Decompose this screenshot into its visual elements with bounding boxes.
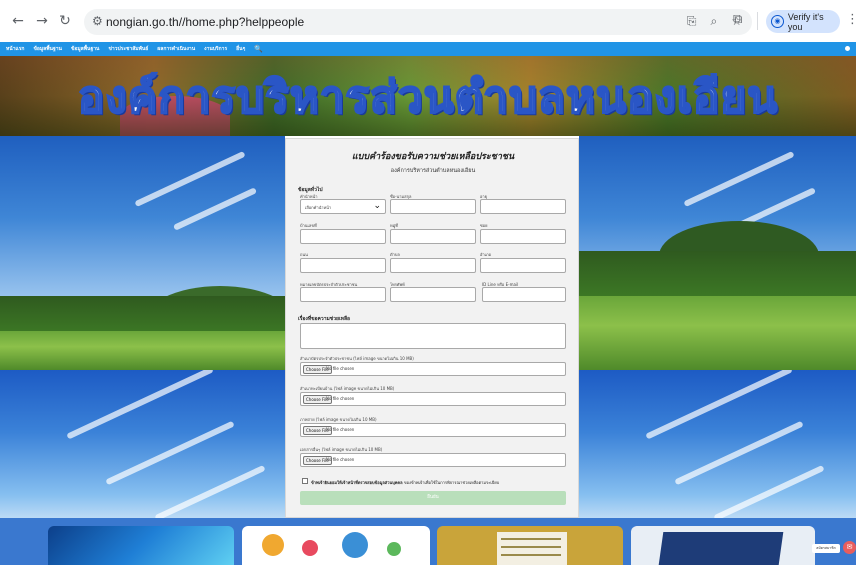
- card-decoration: [387, 542, 401, 556]
- scenery-right-bottom: [579, 370, 856, 526]
- upload-house-reg-label: สำเนาทะเบียนบ้าน (ไฟล์ image ขนาดไม่เกิน…: [300, 386, 395, 391]
- request-details-textarea[interactable]: [300, 323, 566, 349]
- nav-item-home[interactable]: หน้าแรก: [6, 45, 24, 53]
- verify-button[interactable]: ◉ Verify it's you: [766, 10, 840, 33]
- upload-other-status: No file chosen: [326, 457, 355, 462]
- upload-photo-field: Choose File No file chosen: [300, 423, 566, 437]
- house-no-input[interactable]: [300, 229, 386, 244]
- promo-card-news[interactable]: [631, 526, 815, 565]
- nav-item-info-2[interactable]: ข้อมูลพื้นฐาน: [71, 45, 99, 53]
- phone-input[interactable]: [390, 287, 476, 302]
- consent-text: ข้าพเจ้ายินยอมให้เจ้าหน้าที่ตรวจสอบข้อมู…: [311, 479, 566, 486]
- nav-search-icon[interactable]: 🔍: [254, 45, 263, 53]
- upload-house-reg-status: No file chosen: [326, 396, 355, 401]
- nav-item-news[interactable]: ข่าวประชาสัมพันธ์: [108, 45, 148, 53]
- browser-toolbar: ← → ↻ ⚙ nongian.go.th//home.php?helppeop…: [0, 0, 856, 42]
- upload-photo-status: No file chosen: [326, 427, 355, 432]
- upload-id-card-label: สำเนาบัตรประจำตัวประชาชน (ไฟล์ image ขนา…: [300, 356, 414, 361]
- subdistrict-label: ตำบล: [390, 252, 400, 257]
- form-title: แบบคำร้องขอรับความช่วยเหลือประชาชน: [351, 152, 515, 162]
- consent-checkbox[interactable]: [302, 478, 308, 484]
- id-card-input[interactable]: [300, 287, 386, 302]
- verify-label: Verify it's you: [787, 11, 824, 32]
- fullname-input[interactable]: [390, 199, 476, 214]
- house-no-label: บ้านเลขที่: [300, 223, 317, 228]
- translate-icon[interactable]: ⎘: [687, 14, 697, 29]
- address-bar[interactable]: ⚙ nongian.go.th//home.php?helppeople ⎘ ⌕…: [84, 9, 752, 35]
- upload-other-label: เอกสารอื่นๆ (ไฟล์ image ขนาดไม่เกิน 10 M…: [300, 447, 383, 452]
- back-arrow-icon[interactable]: ←: [10, 13, 26, 29]
- chat-icon[interactable]: ✉: [843, 541, 856, 554]
- nav-item-other[interactable]: อื่นๆ: [236, 45, 245, 53]
- section-request-details: เรื่องที่ขอความช่วยเหลือ: [298, 316, 351, 322]
- district-input[interactable]: [480, 258, 566, 273]
- district-label: อำเภอ: [480, 252, 492, 257]
- card-decoration: [262, 534, 284, 556]
- menu-kebab-icon[interactable]: ⋮: [846, 12, 856, 27]
- extensions-icon[interactable]: ⧉: [733, 12, 742, 27]
- card-decoration: [342, 532, 368, 558]
- card-decoration: [501, 538, 561, 540]
- road-label: ถนน: [300, 252, 308, 257]
- moo-input[interactable]: [390, 229, 476, 244]
- card-decoration: [658, 532, 784, 565]
- forward-arrow-icon[interactable]: →: [34, 13, 50, 29]
- moo-label: หมู่ที่: [390, 223, 398, 228]
- site-settings-icon[interactable]: ⚙: [92, 14, 103, 28]
- chevron-down-icon: ⌄: [373, 201, 381, 211]
- toolbar-divider: [757, 12, 758, 30]
- card-decoration: [501, 554, 561, 556]
- upload-id-card-status: No file chosen: [326, 366, 355, 371]
- form-subtitle: องค์การบริหารส่วนตำบลหนองเอียน: [390, 168, 476, 174]
- reload-icon[interactable]: ↻: [57, 13, 73, 29]
- subdistrict-input[interactable]: [390, 258, 476, 273]
- site-nav: หน้าแรก ข้อมูลพื้นฐาน ข้อมูลพื้นฐาน ข่าว…: [0, 42, 856, 56]
- prefix-select[interactable]: เลือกคำนำหน้า ⌄: [300, 199, 386, 214]
- register-chip[interactable]: สมัครสมาชิก: [812, 544, 840, 553]
- consent-text-rest: ของข้าพเจ้าเพื่อใช้ในการพิจารณาช่วยเหลือ…: [403, 480, 500, 485]
- card-decoration: [501, 546, 561, 548]
- help-request-form: แบบคำร้องขอรับความช่วยเหลือประชาชน องค์ก…: [285, 138, 579, 518]
- scenery-left-top: [0, 136, 285, 370]
- card-decoration: [302, 540, 318, 556]
- upload-other-field: Choose File No file chosen: [300, 453, 566, 467]
- scenery-right-top: [579, 136, 856, 370]
- promo-card-tech[interactable]: [48, 526, 234, 565]
- line-email-input[interactable]: [482, 287, 566, 302]
- upload-id-card-field: Choose File No file chosen: [300, 362, 566, 376]
- upload-house-reg-field: Choose File No file chosen: [300, 392, 566, 406]
- nav-item-info[interactable]: ข้อมูลพื้นฐาน: [33, 45, 61, 53]
- road-input[interactable]: [300, 258, 386, 273]
- promo-card-creative[interactable]: [242, 526, 430, 565]
- nav-item-services[interactable]: งานบริการ: [204, 45, 227, 53]
- scenery-left-bottom: [0, 370, 285, 526]
- upload-photo-label: ภาพถ่าย (ไฟล์ image ขนาดไม่เกิน 10 MB): [300, 417, 377, 422]
- verify-shield-icon: ◉: [771, 15, 784, 28]
- url-text[interactable]: nongian.go.th//home.php?helppeople: [106, 15, 304, 29]
- nav-toggle-dot[interactable]: [845, 46, 850, 51]
- submit-button[interactable]: ยืนยัน: [300, 491, 566, 505]
- consent-text-bold: ข้าพเจ้ายินยอมให้เจ้าหน้าที่ตรวจสอบข้อมู…: [311, 480, 403, 485]
- zoom-icon[interactable]: ⌕: [711, 14, 718, 29]
- promo-card-diagram[interactable]: [437, 526, 623, 565]
- soi-input[interactable]: [480, 229, 566, 244]
- prefix-select-value: เลือกคำนำหน้า: [305, 205, 332, 210]
- card-decoration: [497, 532, 567, 565]
- soi-label: ซอย: [480, 223, 488, 228]
- banner-title: องค์การบริหารส่วนตำบลหนองเอียน: [77, 71, 779, 124]
- site-banner: องค์การบริหารส่วนตำบลหนองเอียน: [0, 56, 856, 136]
- age-input[interactable]: [480, 199, 566, 214]
- nav-item-results[interactable]: ผลการดำเนินงาน: [157, 45, 195, 53]
